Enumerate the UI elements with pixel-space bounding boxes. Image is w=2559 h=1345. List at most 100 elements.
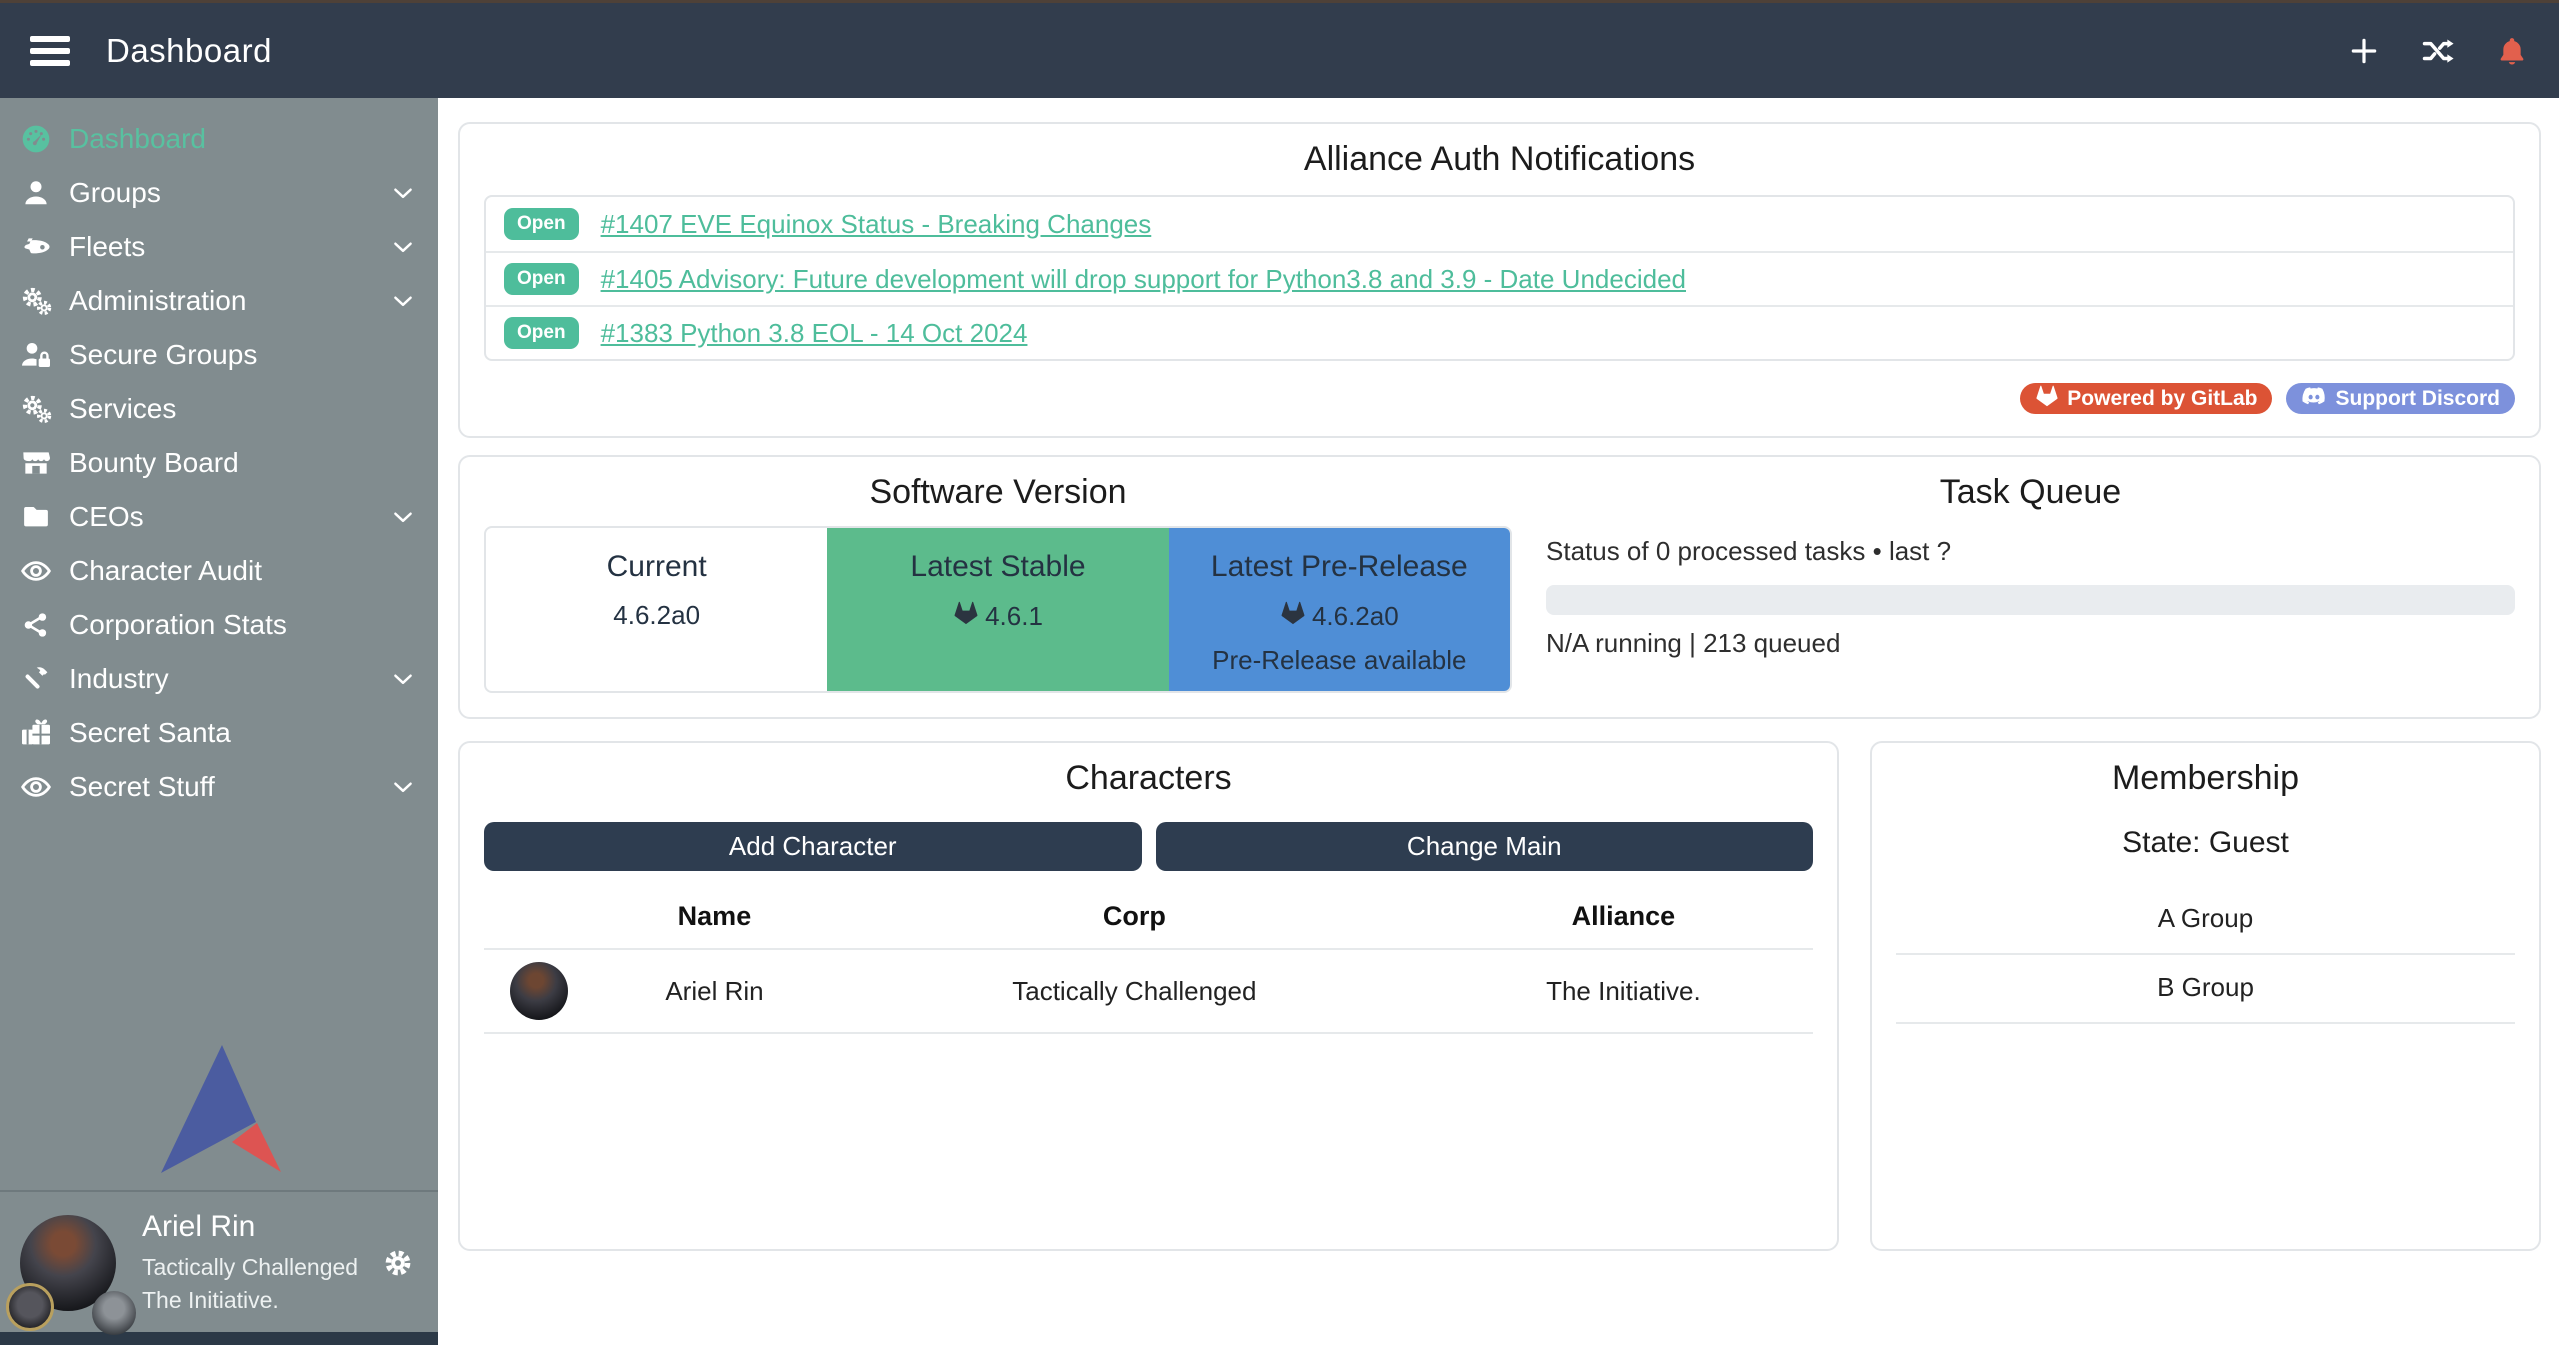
chevron-down-icon bbox=[390, 288, 416, 314]
version-current: Current 4.6.2a0 bbox=[486, 528, 827, 691]
user-avatar bbox=[20, 1215, 116, 1311]
eye-icon bbox=[18, 769, 54, 805]
sidebar-item-ceos[interactable]: CEOs bbox=[0, 490, 438, 544]
notification-row: Open #1405 Advisory: Future development … bbox=[486, 251, 2513, 305]
sidebar-item-fleets[interactable]: Fleets bbox=[0, 220, 438, 274]
hammer-icon bbox=[18, 661, 54, 697]
characters-panel: Characters Add Character Change Main Nam… bbox=[458, 741, 1839, 1251]
membership-groups-list: A Group B Group bbox=[1896, 886, 2515, 1024]
version-number: 4.6.2a0 bbox=[613, 600, 700, 631]
sidebar-item-label: Secure Groups bbox=[69, 339, 422, 371]
badge-label: Support Discord bbox=[2335, 387, 2500, 411]
discord-icon bbox=[2301, 383, 2327, 415]
sidebar-item-secret-stuff[interactable]: Secret Stuff bbox=[0, 760, 438, 814]
sidebar-item-label: Bounty Board bbox=[69, 447, 422, 479]
bell-icon[interactable] bbox=[2495, 34, 2529, 68]
user-alliance: The Initiative. bbox=[142, 1284, 358, 1316]
sidebar: Dashboard Groups Fleets bbox=[0, 98, 438, 1345]
share-icon bbox=[18, 607, 54, 643]
gauge-icon bbox=[18, 121, 54, 157]
user-lock-icon bbox=[18, 337, 54, 373]
badge-label: Powered by GitLab bbox=[2067, 387, 2257, 411]
notification-link[interactable]: #1383 Python 3.8 EOL - 14 Oct 2024 bbox=[601, 318, 1028, 349]
task-queue-section: Task Queue Status of 0 processed tasks •… bbox=[1546, 473, 2515, 693]
membership-title: Membership bbox=[1896, 759, 2515, 798]
notification-link[interactable]: #1407 EVE Equinox Status - Breaking Chan… bbox=[601, 209, 1152, 240]
version-number: 4.6.2a0 bbox=[1312, 601, 1399, 632]
software-version-title: Software Version bbox=[484, 473, 1512, 512]
character-avatar bbox=[510, 962, 568, 1020]
status-badge: Open bbox=[504, 317, 579, 349]
shuttle-icon bbox=[18, 229, 54, 265]
sidebar-item-label: Fleets bbox=[69, 231, 390, 263]
version-heading: Latest Pre-Release bbox=[1169, 550, 1510, 584]
sidebar-item-label: Secret Santa bbox=[69, 717, 422, 749]
eye-icon bbox=[18, 553, 54, 589]
sidebar-item-corporation-stats[interactable]: Corporation Stats bbox=[0, 598, 438, 652]
sidebar-bottom-strip bbox=[0, 1332, 438, 1345]
sidebar-item-bounty-board[interactable]: Bounty Board bbox=[0, 436, 438, 490]
sidebar-item-label: Character Audit bbox=[69, 555, 422, 587]
sidebar-item-dashboard[interactable]: Dashboard bbox=[0, 112, 438, 166]
chevron-down-icon bbox=[390, 774, 416, 800]
list-item: B Group bbox=[1896, 955, 2515, 1024]
characters-table: Name Corp Alliance Ariel Rin Tactically … bbox=[484, 881, 1813, 1034]
navbar-actions bbox=[2347, 34, 2529, 68]
chevron-down-icon bbox=[390, 666, 416, 692]
version-latest-prerelease: Latest Pre-Release 4.6.2a0 Pre-Release a… bbox=[1169, 528, 1510, 691]
store-icon bbox=[18, 445, 54, 481]
sidebar-item-secret-santa[interactable]: Secret Santa bbox=[0, 706, 438, 760]
sidebar-item-industry[interactable]: Industry bbox=[0, 652, 438, 706]
gitlab-icon bbox=[2035, 384, 2059, 414]
add-character-button[interactable]: Add Character bbox=[484, 822, 1142, 871]
footer-badges: Powered by GitLab Support Discord bbox=[484, 383, 2515, 414]
change-main-button[interactable]: Change Main bbox=[1156, 822, 1814, 871]
version-number: 4.6.1 bbox=[985, 601, 1043, 632]
gear-icon[interactable] bbox=[382, 1247, 414, 1279]
gears-icon bbox=[18, 391, 54, 427]
alliance-logo-badge bbox=[92, 1291, 136, 1335]
characters-title: Characters bbox=[484, 759, 1813, 798]
hamburger-icon[interactable] bbox=[30, 36, 70, 66]
sidebar-item-label: Industry bbox=[69, 663, 390, 695]
sidebar-item-administration[interactable]: Administration bbox=[0, 274, 438, 328]
support-discord-badge[interactable]: Support Discord bbox=[2286, 383, 2515, 414]
powered-by-gitlab-badge[interactable]: Powered by GitLab bbox=[2020, 383, 2272, 414]
user-info: Ariel Rin Tactically Challenged The Init… bbox=[142, 1210, 358, 1315]
sidebar-item-groups[interactable]: Groups bbox=[0, 166, 438, 220]
user-panel[interactable]: Ariel Rin Tactically Challenged The Init… bbox=[0, 1192, 438, 1332]
column-header-avatar bbox=[484, 881, 594, 949]
software-version-section: Software Version Current 4.6.2a0 Latest … bbox=[484, 473, 1512, 693]
notifications-list: Open #1407 EVE Equinox Status - Breaking… bbox=[484, 195, 2515, 361]
gears-icon bbox=[18, 283, 54, 319]
user-corp: Tactically Challenged bbox=[142, 1251, 358, 1283]
plus-icon[interactable] bbox=[2347, 34, 2381, 68]
cell-character-alliance: The Initiative. bbox=[1434, 949, 1813, 1033]
version-box: Current 4.6.2a0 Latest Stable 4.6.1 Late… bbox=[484, 526, 1512, 693]
sidebar-item-secure-groups[interactable]: Secure Groups bbox=[0, 328, 438, 382]
shuffle-icon[interactable] bbox=[2421, 34, 2455, 68]
membership-panel: Membership State: Guest A Group B Group bbox=[1870, 741, 2541, 1251]
main-content: Alliance Auth Notifications Open #1407 E… bbox=[438, 98, 2559, 1345]
cell-character-name: Ariel Rin bbox=[594, 949, 835, 1033]
gitlab-icon bbox=[1280, 600, 1306, 633]
prerelease-note: Pre-Release available bbox=[1169, 645, 1510, 676]
sidebar-item-label: Administration bbox=[69, 285, 390, 317]
notifications-panel: Alliance Auth Notifications Open #1407 E… bbox=[458, 122, 2541, 438]
task-queue-progress-bar bbox=[1546, 585, 2515, 615]
sidebar-item-label: Groups bbox=[69, 177, 390, 209]
notifications-title: Alliance Auth Notifications bbox=[484, 140, 2515, 179]
alliance-auth-logo bbox=[152, 1040, 287, 1180]
sidebar-item-character-audit[interactable]: Character Audit bbox=[0, 544, 438, 598]
sidebar-item-label: Dashboard bbox=[69, 123, 422, 155]
sidebar-item-services[interactable]: Services bbox=[0, 382, 438, 436]
folder-icon bbox=[18, 499, 54, 535]
sidebar-item-label: Services bbox=[69, 393, 422, 425]
version-heading: Latest Stable bbox=[827, 550, 1168, 584]
task-queue-title: Task Queue bbox=[1546, 473, 2515, 512]
status-badge: Open bbox=[504, 208, 579, 240]
chevron-down-icon bbox=[390, 234, 416, 260]
list-item: A Group bbox=[1896, 886, 2515, 955]
status-badge: Open bbox=[504, 263, 579, 295]
notification-link[interactable]: #1405 Advisory: Future development will … bbox=[601, 264, 1686, 295]
